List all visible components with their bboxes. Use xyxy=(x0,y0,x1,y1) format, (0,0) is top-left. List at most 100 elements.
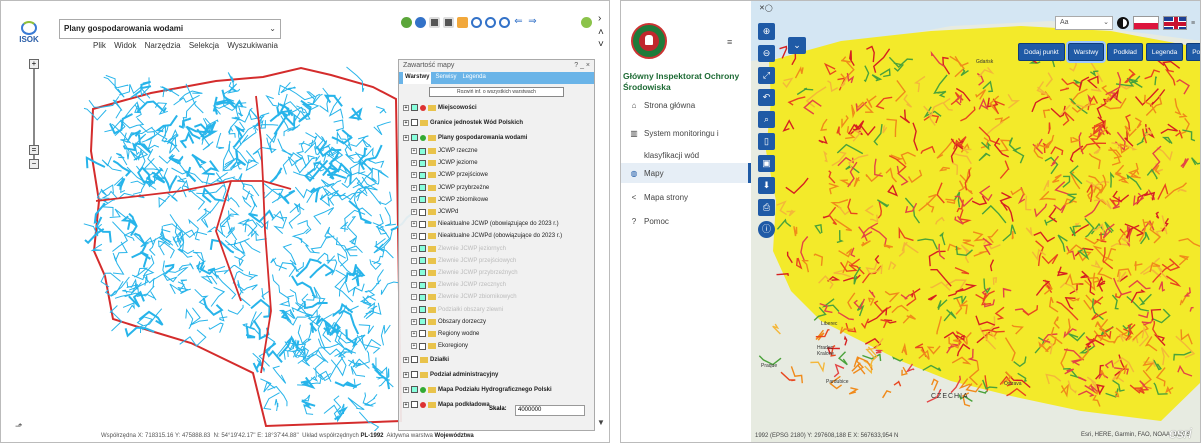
expand-icon[interactable]: + xyxy=(403,119,409,126)
uk-flag-icon[interactable] xyxy=(1163,16,1187,30)
expand-icon[interactable]: + xyxy=(403,134,409,141)
layer-row[interactable]: + JCWP rzeczne xyxy=(399,145,594,157)
layer-row[interactable]: + Zlewnie JCWP zbiornikowych xyxy=(399,291,594,303)
tab-warstwy[interactable]: Warstwy xyxy=(403,72,432,84)
collapse-toolbar-icon[interactable]: ✕◯ xyxy=(759,4,773,12)
chevron-up-icon[interactable]: ˄ xyxy=(598,27,604,38)
layer-checkbox[interactable] xyxy=(411,119,418,126)
water-quality-map[interactable] xyxy=(751,1,1201,443)
menu-wyszukiwania[interactable]: Wyszukiwania xyxy=(227,41,278,50)
basemap-button[interactable]: Podkład xyxy=(1107,43,1143,61)
expand-icon[interactable]: + xyxy=(411,221,417,228)
expand-icon[interactable]: + xyxy=(411,172,417,179)
layer-row[interactable]: + Plany gospodarowania wodami xyxy=(399,130,594,145)
nav-strona-glowna[interactable]: ⌂ Strona główna xyxy=(629,101,696,110)
expand-icon[interactable]: + xyxy=(411,184,417,191)
layer-checkbox[interactable] xyxy=(419,342,426,350)
add-point-button[interactable]: Dodaj punkt xyxy=(1018,43,1065,61)
menu-toggle-icon[interactable]: ≡ xyxy=(727,37,732,47)
expand-icon[interactable]: + xyxy=(411,196,417,203)
undo-icon[interactable]: ↶ xyxy=(758,89,775,106)
layer-row[interactable]: + Nieaktualne JCWP (obowiązujące do 2023 … xyxy=(399,218,594,230)
tab-legenda[interactable]: Legenda xyxy=(460,72,487,84)
layer-checkbox[interactable] xyxy=(411,386,418,394)
expand-all-button[interactable]: Rozwiń inf. o wszystkich warstwach xyxy=(429,87,564,97)
layer-checkbox[interactable] xyxy=(419,171,426,179)
layer-row[interactable]: + Zlewnie JCWP przybrzeżnych xyxy=(399,267,594,279)
zoom-handle[interactable]: = xyxy=(29,145,39,155)
print-icon[interactable]: ⎙ xyxy=(758,199,775,216)
expand-icon[interactable]: + xyxy=(411,269,417,276)
settings-icon[interactable] xyxy=(581,17,592,28)
expand-icon[interactable]: + xyxy=(403,356,409,363)
layer-row[interactable]: + Granice jednostek Wód Polskich xyxy=(399,115,594,130)
expand-icon[interactable]: + xyxy=(411,318,417,325)
menu-icon[interactable]: ≡ xyxy=(1191,20,1195,27)
expand-icon[interactable]: + xyxy=(403,401,409,408)
font-size-select[interactable]: Aa ⌄ xyxy=(1055,16,1113,30)
zoom-out-icon[interactable]: ⊖ xyxy=(758,45,775,62)
expand-icon[interactable]: + xyxy=(411,343,417,350)
zoom-slider[interactable]: + = − xyxy=(29,59,39,179)
zoom-extent-icon[interactable] xyxy=(499,17,510,28)
expand-icon[interactable]: + xyxy=(411,282,417,289)
expand-icon[interactable]: + xyxy=(411,294,417,301)
download-icon[interactable]: ⬇ xyxy=(758,177,775,194)
layer-row[interactable]: + Podziałki obszary zlewni xyxy=(399,303,594,315)
layer-checkbox[interactable] xyxy=(419,147,426,155)
chevron-down-button[interactable]: ⌄ xyxy=(788,37,806,54)
expand-icon[interactable]: + xyxy=(411,209,417,216)
layer-checkbox[interactable] xyxy=(419,318,426,326)
nav-system-monitoringu[interactable]: ▥ System monitoringu i klasyfikacji wód xyxy=(629,123,749,167)
info-icon[interactable] xyxy=(415,17,426,28)
expand-icon[interactable]: + xyxy=(411,330,417,337)
zoom-plus-button[interactable]: + xyxy=(29,59,39,69)
layer-checkbox[interactable] xyxy=(419,245,426,253)
zoom-in-icon[interactable] xyxy=(471,17,482,28)
expand-icon[interactable]: + xyxy=(411,306,417,313)
expand-icon[interactable]: + xyxy=(411,245,417,252)
menu-plik[interactable]: Plik xyxy=(93,41,106,50)
back-arrow-icon[interactable]: ⇐ xyxy=(513,17,524,28)
info-icon[interactable]: ⓘ xyxy=(758,221,775,238)
grid-icon[interactable] xyxy=(429,17,440,28)
layer-checkbox[interactable] xyxy=(419,306,426,314)
layer-checkbox[interactable] xyxy=(419,269,426,277)
contrast-icon[interactable] xyxy=(1117,17,1129,29)
layer-select[interactable]: Plany gospodarowania wodami ⌄ xyxy=(59,19,281,39)
layer-row[interactable]: + Nieaktualne JCWPd (obowiązujące do 2023… xyxy=(399,230,594,242)
layer-row[interactable]: + Działki xyxy=(399,352,594,367)
layer-row[interactable]: + Obszary dorzeczy xyxy=(399,316,594,328)
layer-row[interactable]: + JCWPd xyxy=(399,206,594,218)
expand-icon[interactable]: + xyxy=(403,386,409,393)
legend-button[interactable]: Legenda xyxy=(1145,43,1184,61)
zoom-in-icon[interactable]: ⊕ xyxy=(758,23,775,40)
scale-input[interactable]: 4000000 xyxy=(515,405,585,416)
layer-row[interactable]: + JCWP przejściowe xyxy=(399,169,594,181)
layer-row[interactable]: + Zlewnie JCWP jeziornych xyxy=(399,243,594,255)
extent-icon[interactable] xyxy=(443,17,454,28)
expand-icon[interactable]: + xyxy=(411,160,417,167)
layer-row[interactable]: + Ekoregiony xyxy=(399,340,594,352)
polish-flag-icon[interactable] xyxy=(1133,16,1159,30)
layer-checkbox[interactable] xyxy=(419,281,426,289)
layer-checkbox[interactable] xyxy=(419,159,426,167)
layer-checkbox[interactable] xyxy=(419,220,426,228)
menu-selekcja[interactable]: Selekcja xyxy=(189,41,219,50)
zoom-out-icon[interactable] xyxy=(485,17,496,28)
tab-serwisy[interactable]: Serwisy xyxy=(433,72,458,84)
layer-checkbox[interactable] xyxy=(419,208,426,216)
panel-controls[interactable]: ? _ × xyxy=(574,62,590,69)
expand-icon[interactable]: + xyxy=(411,148,417,155)
expand-icon[interactable]: + xyxy=(403,104,409,111)
layer-checkbox[interactable] xyxy=(411,371,418,379)
expand-icon[interactable]: + xyxy=(403,371,409,378)
forward-arrow-icon[interactable]: ⇒ xyxy=(527,17,538,28)
scroll-down-icon[interactable]: ▼ xyxy=(597,418,605,427)
book-icon[interactable]: ▯ xyxy=(758,133,775,150)
layer-row[interactable]: + Zlewnie JCWP rzecznych xyxy=(399,279,594,291)
expand-icon[interactable]: + xyxy=(411,257,417,264)
layer-checkbox[interactable] xyxy=(411,356,418,364)
layer-row[interactable]: + Zlewnie JCWP przejściowych xyxy=(399,255,594,267)
full-extent-icon[interactable]: ⤢ xyxy=(758,67,775,84)
